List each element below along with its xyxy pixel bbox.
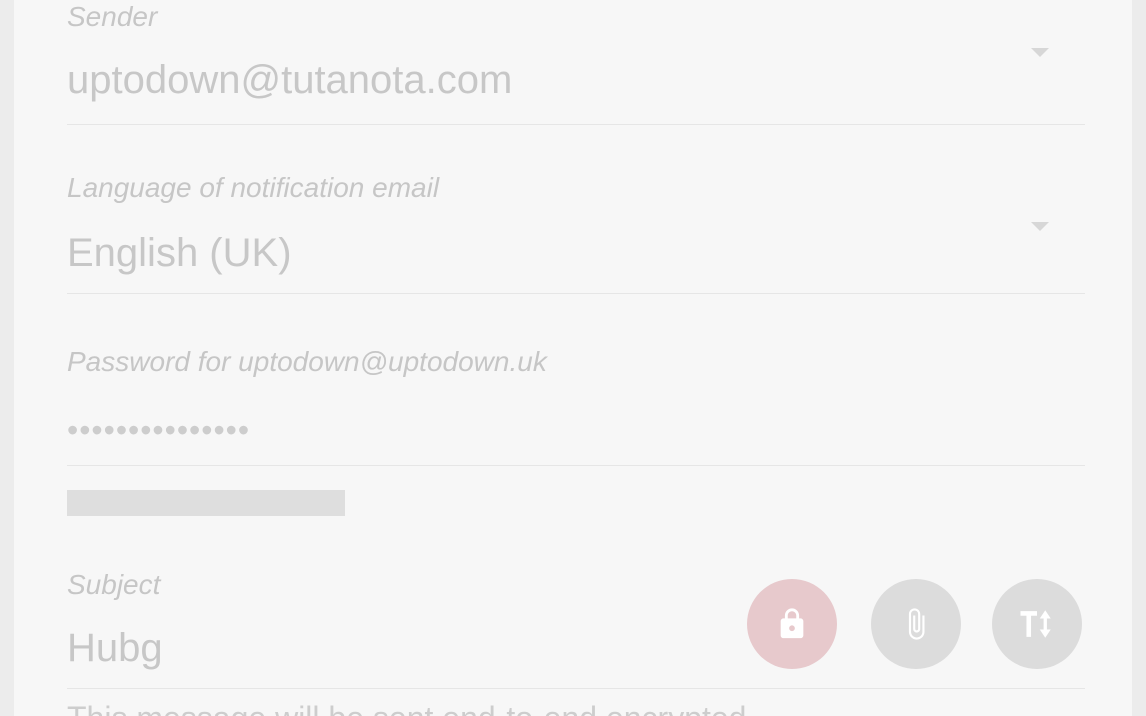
subject-input[interactable]: Hubg xyxy=(67,626,163,671)
mail-editor-panel: Sender uptodown@tutanota.com Language of… xyxy=(14,0,1132,716)
password-label: Password for uptodown@uptodown.uk xyxy=(67,346,547,377)
recipient-password-field[interactable]: Password for uptodown@uptodown.uk ••••••… xyxy=(67,338,1085,466)
text-size-icon xyxy=(1020,610,1051,638)
attach-file-button[interactable] xyxy=(871,579,961,669)
sender-dropdown[interactable]: Sender uptodown@tutanota.com xyxy=(67,0,1085,125)
subject-label: Subject xyxy=(67,569,161,600)
encryption-notice: This message will be sent end-to-end enc… xyxy=(67,700,755,716)
text-format-button[interactable] xyxy=(992,579,1082,669)
notification-language-dropdown[interactable]: Language of notification email English (… xyxy=(67,165,1085,294)
sender-value: uptodown@tutanota.com xyxy=(67,58,513,102)
notification-language-value: English (UK) xyxy=(67,231,292,275)
password-strength-bar xyxy=(67,490,345,516)
chevron-down-icon xyxy=(1031,48,1049,57)
sender-label: Sender xyxy=(67,1,158,32)
password-input[interactable]: ••••••••••••••• xyxy=(67,412,250,449)
paperclip-icon xyxy=(908,608,925,640)
confidential-toggle-button[interactable] xyxy=(747,579,837,669)
chevron-down-icon xyxy=(1031,222,1049,231)
notification-language-label: Language of notification email xyxy=(67,172,440,203)
lock-icon xyxy=(780,608,804,639)
